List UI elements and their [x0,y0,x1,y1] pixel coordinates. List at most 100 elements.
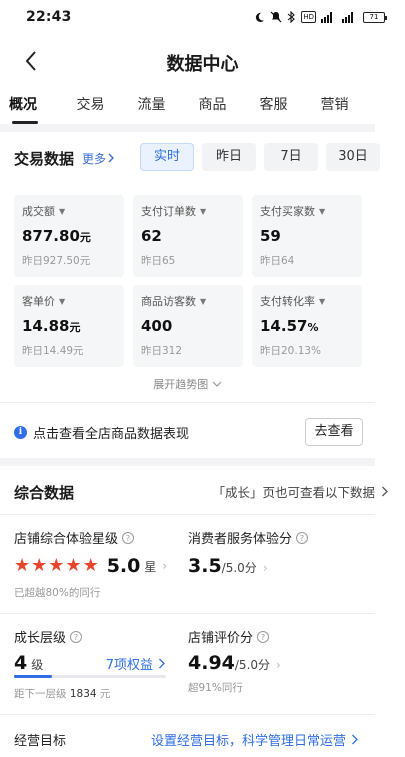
metric-name-label: 客单价 [22,295,55,308]
signal-icon [321,11,337,23]
metric-value-number: 400 [141,317,173,335]
chevron-right-icon: › [262,561,268,575]
store-rating-block[interactable]: 店铺综合体验星级 ? ★ ★ ★ ★ ★ 5.0 星 › 已超越80%的同行 [14,528,167,600]
store-review-label: 店铺评价分 [188,631,254,646]
set-goal-link-label: 设置经营目标，科学管理日常运营 [150,733,346,749]
divider [0,402,375,403]
tab-marketing[interactable]: 营销 [304,92,365,126]
store-review-label-row: 店铺评价分 ? [188,627,281,646]
growth-page-link[interactable]: 「成长」页也可查看以下数据 [212,482,389,501]
store-rating-label-row: 店铺综合体验星级 ? [14,528,167,547]
store-rating-value: 5.0 [106,555,141,577]
metric-value-number: 59 [260,227,281,245]
rights-link[interactable]: 7项权益 [106,654,166,673]
help-icon[interactable]: ? [296,531,309,544]
set-goal-link[interactable]: 设置经营目标，科学管理日常运营 [151,730,359,749]
signal-icon [342,11,358,23]
metric-value: 62 [141,227,235,245]
range-realtime-button[interactable]: 实时 [140,143,194,171]
range-30day-button[interactable]: 30日 [326,143,380,171]
business-goal-row: 经营目标 设置经营目标，科学管理日常运营 [0,726,375,752]
time-range-tabs: 实时 昨日 7日 30日 [140,143,380,171]
header: 数据中心 [0,40,405,82]
metric-card-paid-orders[interactable]: 支付订单数 ▼ 62 昨日65 [133,195,243,277]
metric-previous: 昨日65 [141,255,176,267]
growth-level-block[interactable]: 成长层级 ? 4 级 7项权益 [14,627,166,674]
tab-traffic[interactable]: 流量 [121,92,182,126]
chevron-right-icon [382,486,388,497]
caret-down-icon[interactable]: ▼ [200,297,206,306]
caret-down-icon[interactable]: ▼ [59,207,65,216]
store-rating-label: 店铺综合体验星级 [14,532,119,547]
metric-name: 支付转化率 ▼ [260,293,354,309]
metric-name: 支付订单数 ▼ [141,203,235,219]
metric-previous: 昨日927.50元 [22,255,91,267]
metric-value-number: 62 [141,227,162,245]
store-products-notice: i 点击查看全店商品数据表现 去查看 [0,410,375,454]
range-7day-button[interactable]: 7日 [264,143,318,171]
metric-card-paid-buyers[interactable]: 支付买家数 ▼ 59 昨日64 [252,195,362,277]
trade-section-title: 交易数据 [14,149,75,168]
divider [0,124,375,132]
store-review-score-block[interactable]: 店铺评价分 ? 4.94 /5.0分 › 超91%同行 [188,627,281,695]
view-button[interactable]: 去查看 [305,418,363,446]
metric-card-gmv[interactable]: 成交额 ▼ 877.80元 昨日927.50元 [14,195,124,277]
info-icon: i [14,425,27,439]
consumer-score-unit: /5.0分 [221,561,257,575]
status-time: 22:43 [26,9,72,25]
help-icon[interactable]: ? [257,630,270,643]
store-review-unit: /5.0分 [234,658,271,672]
more-link[interactable]: 更多 [82,150,115,167]
metric-card-avg-order-value[interactable]: 客单价 ▼ 14.88元 昨日14.49元 [14,285,124,367]
help-icon[interactable]: ? [70,630,83,643]
moon-icon [254,11,265,23]
chevron-right-icon [159,658,165,669]
metric-name-label: 支付订单数 [141,205,196,218]
store-review-value: 4.94 [188,652,235,674]
tab-customer-service[interactable]: 客服 [243,92,304,126]
metric-unit: 元 [69,321,81,334]
tab-overview[interactable]: 概况 [0,92,60,126]
metric-card-product-visitors[interactable]: 商品访客数 ▼ 400 昨日312 [133,285,243,367]
consumer-score-value-row: 3.5 /5.0分 › [188,555,308,577]
metric-previous: 昨日20.13% [260,345,322,357]
business-goal-label: 经营目标 [14,733,67,749]
metric-value: 877.80元 [22,227,116,245]
comprehensive-section-title: 综合数据 [14,483,75,502]
star-icon: ★ [48,555,65,576]
caret-down-icon[interactable]: ▼ [59,297,65,306]
help-icon[interactable]: ? [122,531,135,544]
caret-down-icon[interactable]: ▼ [200,207,206,216]
consumer-service-score-block[interactable]: 消费者服务体验分 ? 3.5 /5.0分 › [188,528,309,577]
expand-trend-button[interactable]: 展开趋势图 [0,376,375,392]
store-review-sub: 超91%同行 [188,682,243,694]
chevron-right-icon: › [276,658,281,672]
tab-products[interactable]: 商品 [182,92,243,126]
growth-sub-unit: 元 [99,688,111,700]
store-review-value-row: 4.94 /5.0分 › [188,652,281,674]
chevron-right-icon [108,153,115,163]
metric-value: 14.57% [260,317,354,335]
chevron-right-icon: › [162,559,168,573]
page-title: 数据中心 [166,54,239,75]
store-rating-value-row: ★ ★ ★ ★ ★ 5.0 星 › [14,555,167,577]
metric-value: 14.88元 [22,317,116,335]
expand-trend-label: 展开趋势图 [153,378,209,391]
caret-down-icon[interactable]: ▼ [319,207,325,216]
more-link-label: 更多 [82,151,107,166]
caret-down-icon[interactable]: ▼ [319,297,325,306]
rights-link-label: 7项权益 [105,658,153,673]
tab-trade[interactable]: 交易 [60,92,121,126]
metric-name: 支付买家数 ▼ [260,203,354,219]
divider [0,458,375,466]
star-icon: ★ [14,555,31,576]
metric-name: 商品访客数 ▼ [141,293,235,309]
divider [0,514,375,515]
metric-name-label: 支付买家数 [260,205,315,218]
range-yesterday-button[interactable]: 昨日 [202,143,256,171]
metric-grid: 成交额 ▼ 877.80元 昨日927.50元 支付订单数 ▼ 62 昨日65 支付… [14,195,362,367]
metric-card-conversion-rate[interactable]: 支付转化率 ▼ 14.57% 昨日20.13% [252,285,362,367]
metric-previous: 昨日312 [141,345,183,357]
divider [0,613,375,614]
metric-value: 400 [141,317,235,335]
